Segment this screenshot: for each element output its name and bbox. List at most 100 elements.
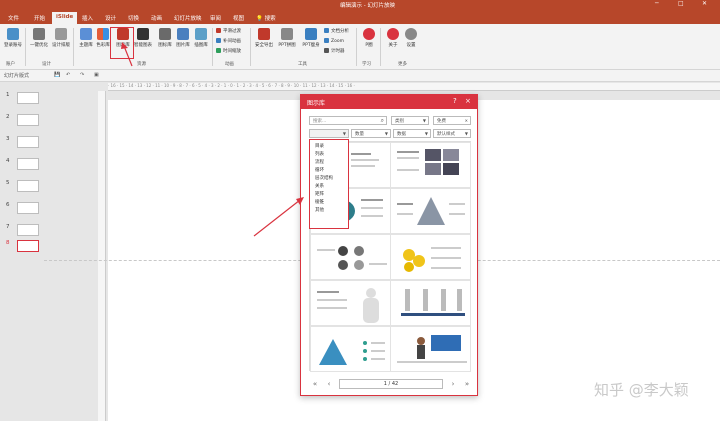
slide-thumbnail[interactable] [17, 158, 39, 170]
undo-icon[interactable]: ↶ [66, 72, 70, 78]
first-page-icon[interactable]: « [309, 379, 321, 389]
close-icon[interactable]: ✕ [702, 0, 707, 7]
login-button[interactable]: 登录账号 [2, 28, 24, 58]
tab-insert[interactable]: 插入 [78, 12, 97, 24]
photo-grid-thumb [397, 149, 459, 175]
start-slideshow-icon[interactable]: ▣ [94, 72, 99, 78]
diagram-card[interactable] [310, 280, 391, 326]
doc-analysis-button[interactable]: 文档分析 [324, 28, 349, 34]
diagram-card[interactable] [310, 234, 391, 280]
about-label: 关于 [388, 43, 398, 48]
slim-icon [305, 28, 317, 40]
maximize-icon[interactable]: □ [678, 0, 684, 7]
menu-item-list[interactable]: 列表 [312, 151, 348, 159]
diagram-card[interactable] [390, 280, 471, 326]
zoom-button[interactable]: Zoom [324, 38, 344, 44]
tab-animations[interactable]: 动画 [147, 12, 166, 24]
onekey-optimize-button[interactable]: 一键优化 [28, 28, 50, 58]
tween-animation-button[interactable]: 补间动画 [216, 38, 241, 44]
slide-thumbnail[interactable] [17, 92, 39, 104]
diagram-card[interactable] [310, 326, 391, 372]
price-dropdown[interactable]: 免费 ✕ [433, 116, 471, 125]
quantity-dropdown[interactable]: 数量 ▼ [351, 129, 391, 138]
pagination: « ‹ 1 / 42 › » [305, 377, 475, 391]
time-zoom-button[interactable]: 时间缩放 [216, 48, 241, 54]
dialog-close-icon[interactable]: × [465, 97, 471, 105]
slide-number: 5 [6, 180, 10, 186]
group-design: 设计 [42, 62, 51, 67]
diagram-card[interactable] [390, 234, 471, 280]
clear-icon[interactable]: ✕ [465, 118, 468, 123]
tab-design[interactable]: 设计 [101, 12, 120, 24]
tab-home[interactable]: 开始 [30, 12, 49, 24]
slide-thumbnail[interactable] [17, 202, 39, 214]
smooth-transition-button[interactable]: 平滑过渡 [216, 28, 241, 34]
minimize-icon[interactable]: ─ [655, 0, 659, 7]
menu-item-matrix[interactable]: 矩阵 [312, 191, 348, 199]
divider [380, 28, 381, 66]
p-circle-button[interactable]: P圈 [358, 28, 380, 58]
help-icon[interactable]: ? [453, 97, 457, 105]
tween-icon [216, 38, 221, 43]
data-dropdown[interactable]: 数据 ▼ [393, 129, 431, 138]
slide-thumbnails: 1 2 3 4 5 6 7 8 [0, 82, 44, 421]
menu-item-relationship[interactable]: 关系 [312, 183, 348, 191]
tab-file[interactable]: 文件 [4, 12, 23, 24]
group-account: 账户 [6, 62, 15, 67]
smart-chart-button[interactable]: 智能图表 [132, 28, 154, 58]
menu-item-toc[interactable]: 目录 [312, 143, 348, 151]
settings-button[interactable]: 设置 [400, 28, 422, 58]
menu-item-hierarchy[interactable]: 层次结构 [312, 175, 348, 183]
onekey-label: 一键优化 [30, 43, 48, 48]
safe-export-button[interactable]: 安全导出 [253, 28, 275, 58]
ppt-collage-button[interactable]: PPT拼图 [276, 28, 298, 58]
menu-item-pyramid[interactable]: 棱锥 [312, 199, 348, 207]
search-input[interactable]: 搜索... ⌕ [309, 116, 387, 125]
next-page-icon[interactable]: › [447, 379, 459, 389]
group-tools: 工具 [298, 62, 307, 67]
timer-button[interactable]: 计时器 [324, 48, 345, 54]
settings-label: 设置 [406, 43, 416, 48]
quantity-value: 数量 [355, 132, 364, 137]
style-dropdown[interactable]: 默认样式 ▼ [433, 129, 471, 138]
slide-number: 1 [6, 92, 10, 98]
type-dropdown-menu: 目录 列表 流程 循环 层次结构 关系 矩阵 棱锥 其他 [309, 139, 349, 229]
type-dropdown[interactable]: ▼ [309, 129, 349, 138]
slide-thumbnail[interactable] [17, 180, 39, 192]
slide-thumbnail[interactable] [17, 224, 39, 236]
ribbon: 登录账号 一键优化 设计排版 主题库 色彩库 图示库 智能图表 图标库 图片库 … [0, 24, 720, 70]
tell-me-search[interactable]: 💡 搜索 [256, 14, 276, 22]
prev-page-icon[interactable]: ‹ [323, 379, 335, 389]
search-icon[interactable]: ⌕ [381, 117, 384, 125]
menu-item-other[interactable]: 其他 [312, 207, 348, 215]
tab-review[interactable]: 审阅 [206, 12, 225, 24]
tab-islide[interactable]: iSlide [52, 12, 78, 24]
category-dropdown[interactable]: 类别 ▼ [391, 116, 429, 125]
menu-item-process[interactable]: 流程 [312, 159, 348, 167]
slide-thumbnail[interactable] [17, 114, 39, 126]
slide-thumbnail[interactable] [17, 136, 39, 148]
tab-view[interactable]: 视图 [229, 12, 248, 24]
collage-label: PPT拼图 [278, 43, 296, 48]
ppt-slim-button[interactable]: PPT瘦身 [300, 28, 322, 58]
slide-thumbnail-selected[interactable] [17, 240, 39, 252]
diagram-card[interactable] [390, 142, 471, 188]
dialog-header: 图示库 ? × [301, 95, 477, 109]
tab-transitions[interactable]: 切换 [124, 12, 143, 24]
divider [73, 28, 74, 66]
layout-label: 幻灯片版式 [4, 73, 30, 79]
last-page-icon[interactable]: » [461, 379, 473, 389]
diagram-card[interactable] [390, 326, 471, 372]
redo-icon[interactable]: ↷ [80, 72, 84, 78]
color-label: 色彩库 [96, 43, 110, 48]
clock-icon [216, 48, 221, 53]
save-icon[interactable]: 💾 [54, 72, 60, 78]
group-animation: 动画 [225, 62, 234, 67]
illustration-library-button[interactable]: 插图库 [190, 28, 212, 58]
analysis-icon [324, 28, 329, 33]
menu-item-cycle[interactable]: 循环 [312, 167, 348, 175]
diagram-card[interactable] [390, 188, 471, 234]
tab-slideshow[interactable]: 幻灯片放映 [170, 12, 206, 24]
design-layout-button[interactable]: 设计排版 [50, 28, 72, 58]
page-input[interactable]: 1 / 42 [339, 379, 443, 389]
